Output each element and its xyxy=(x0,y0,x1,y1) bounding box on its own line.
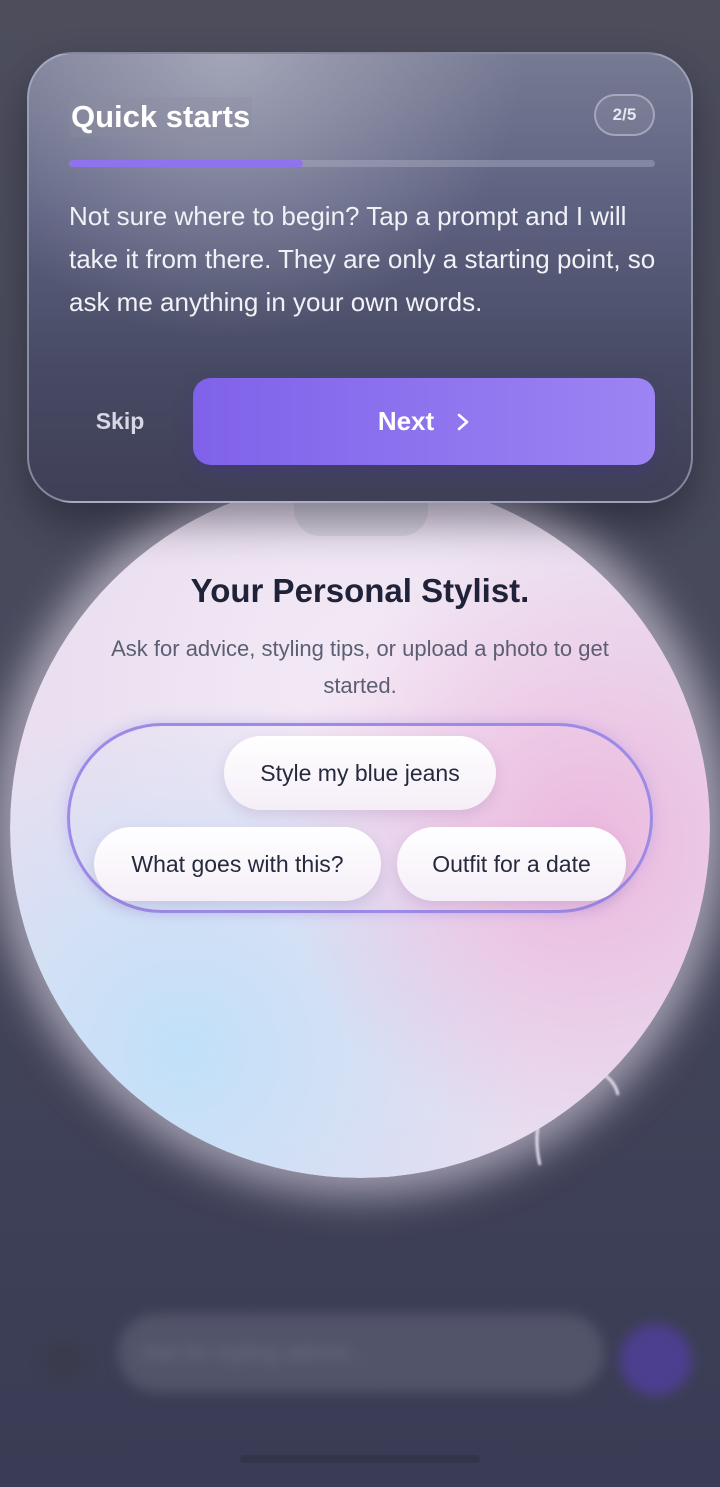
quick-start-chip-goes-with[interactable]: What goes with this? xyxy=(94,827,381,901)
chat-composer: Ask for styling advice... xyxy=(0,1300,720,1420)
quick-start-chip-date[interactable]: Outfit for a date xyxy=(397,827,626,901)
tour-title: Quick starts xyxy=(69,97,253,137)
plus-icon xyxy=(44,1340,84,1380)
tour-progress-bar xyxy=(69,160,655,167)
next-button[interactable]: Next xyxy=(193,378,655,465)
next-button-label: Next xyxy=(377,406,435,436)
step-counter-badge: 2/5 xyxy=(594,94,655,136)
hero-title: Your Personal Stylist. xyxy=(190,572,530,609)
hero-subtitle: Ask for advice, styling tips, or upload … xyxy=(111,636,609,698)
tour-progress-fill xyxy=(69,160,304,167)
quick-start-chip-jeans[interactable]: Style my blue jeans xyxy=(224,736,496,810)
chevron-right-icon xyxy=(457,413,469,430)
skip-button[interactable]: Skip xyxy=(69,399,171,443)
home-indicator xyxy=(240,1455,480,1463)
message-input: Ask for styling advice... xyxy=(118,1314,604,1392)
tour-description: Not sure where to begin? Tap a prompt an… xyxy=(69,201,656,317)
send-icon xyxy=(620,1324,692,1396)
onboarding-tour-card: Quick starts 2/5 Not sure where to begin… xyxy=(27,52,693,503)
